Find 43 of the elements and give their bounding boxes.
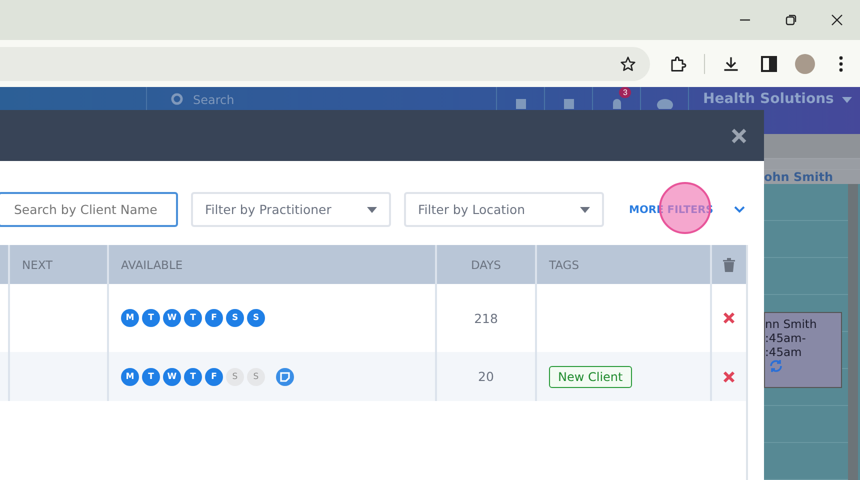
recurring-icon [769, 359, 783, 373]
chevron-down-icon[interactable] [734, 206, 746, 213]
search-icon [171, 93, 185, 107]
days-count: 20 [478, 369, 494, 384]
practitioner-dropdown[interactable]: Filter by Practitioner [191, 192, 391, 227]
day-indicator: T [142, 368, 160, 386]
delete-icon[interactable] [723, 370, 735, 382]
day-indicator: T [184, 309, 202, 327]
trash-icon[interactable] [723, 258, 735, 272]
profile-avatar[interactable] [795, 54, 815, 74]
close-icon [831, 14, 843, 26]
day-indicator: M [121, 368, 139, 386]
day-indicator: W [163, 309, 181, 327]
notification-badge: 3 [619, 87, 632, 98]
caret-icon [580, 206, 590, 212]
day-indicator: T [184, 368, 202, 386]
days-count: 218 [474, 310, 498, 326]
note-icon[interactable] [276, 368, 294, 386]
day-indicator: F [205, 309, 223, 327]
delete-icon[interactable] [723, 312, 735, 324]
restore-icon [785, 14, 797, 26]
location-dropdown[interactable]: Filter by Location [404, 192, 604, 227]
appointment-text: nn Smith [765, 317, 818, 331]
scrollbar[interactable] [848, 184, 858, 480]
appointment-text: :45am [765, 345, 803, 359]
caret-icon [842, 97, 852, 103]
appointment-text: :45am- [765, 331, 807, 345]
day-indicator: S [247, 368, 265, 386]
day-indicator: W [163, 368, 181, 386]
day-indicator: M [121, 309, 139, 327]
day-indicator: F [205, 368, 223, 386]
practitioner-name: ohn Smith [764, 170, 834, 184]
bell-icon [610, 97, 622, 109]
appointment-block[interactable]: nn Smith :45am- :45am [764, 312, 842, 388]
day-indicator: S [226, 368, 244, 386]
day-indicator: S [247, 309, 265, 327]
search-field[interactable]: Search by Client Name [0, 192, 178, 227]
caret-icon [367, 206, 377, 212]
close-button[interactable] [730, 126, 748, 144]
day-indicator: T [142, 309, 160, 327]
day-indicator: S [226, 309, 244, 327]
client-tag: New Client [549, 366, 632, 388]
star-icon[interactable] [620, 56, 636, 72]
